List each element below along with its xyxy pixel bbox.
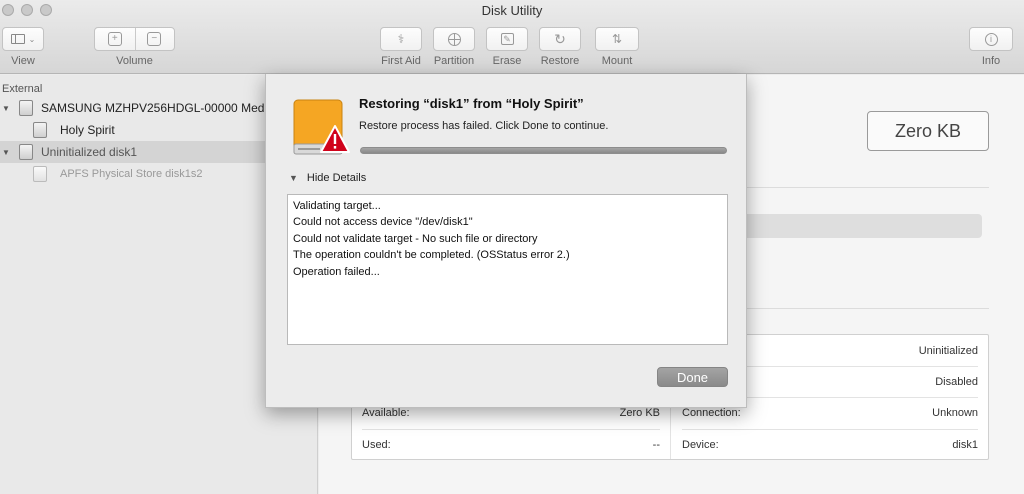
- first-aid-button[interactable]: ⚕: [380, 27, 422, 51]
- remove-volume-icon: −: [147, 32, 162, 46]
- drive-icon: [19, 100, 33, 116]
- info-icon: i: [984, 32, 998, 46]
- divider: [747, 187, 989, 188]
- log-line: Validating target...: [293, 200, 381, 212]
- view-label: View: [11, 55, 35, 67]
- add-volume-button[interactable]: +: [95, 28, 135, 50]
- info-value: Disabled: [935, 375, 978, 388]
- info-label: Info: [981, 55, 1001, 67]
- info-device: Device: disk1: [682, 429, 978, 460]
- log-line: Could not access device "/dev/disk1": [293, 216, 473, 229]
- drive-icon: [19, 144, 33, 160]
- volume-segmented-control: + −: [94, 27, 175, 51]
- partition-label: Partition: [433, 55, 475, 67]
- details-log[interactable]: Validating target... Could not access de…: [287, 194, 728, 345]
- mount-icon: ⇅: [611, 32, 623, 46]
- info-button[interactable]: i: [969, 27, 1013, 51]
- external-drive-alert-icon: [293, 99, 350, 155]
- divider: [747, 308, 989, 309]
- restore-sheet: Restoring “disk1” from “Holy Spirit” Res…: [265, 74, 747, 408]
- details-toggle-label: Hide Details: [306, 172, 367, 184]
- sidebar-item-label: Holy Spirit: [60, 123, 115, 137]
- volume-label: Volume: [116, 55, 153, 67]
- erase-button[interactable]: ✎: [486, 27, 528, 51]
- disclosure-triangle-icon[interactable]: ▼: [2, 148, 12, 157]
- info-used: Used: --: [362, 429, 660, 460]
- mount-label: Mount: [601, 55, 633, 67]
- info-label: Connection:: [682, 406, 741, 419]
- done-button[interactable]: Done: [657, 367, 728, 387]
- erase-label: Erase: [492, 55, 522, 67]
- dialog-title: Restoring “disk1” from “Holy Spirit”: [359, 96, 584, 111]
- restore-button[interactable]: ↻: [539, 27, 581, 51]
- volume-icon: [33, 166, 47, 182]
- info-value: Uninitialized: [918, 344, 978, 357]
- info-label: Device:: [682, 438, 719, 451]
- restore-icon: ↻: [554, 30, 566, 47]
- info-value: --: [652, 438, 660, 451]
- window-title: Disk Utility: [481, 3, 543, 18]
- remove-volume-button[interactable]: −: [135, 28, 175, 50]
- info-value: Zero KB: [619, 406, 660, 419]
- toolbar: Disk Utility ⌄ View + − Volume ⚕ First A…: [0, 0, 1024, 74]
- chevron-down-icon: ⌄: [28, 34, 36, 44]
- log-line: The operation couldn't be completed. (OS…: [293, 249, 570, 262]
- log-line: Could not validate target - No such file…: [293, 232, 538, 245]
- sidebar-item-label: SAMSUNG MZHPV256HDGL-00000 Med: [41, 101, 265, 115]
- disclosure-triangle-icon[interactable]: ▼: [2, 104, 12, 113]
- sidebar-icon: [10, 34, 25, 44]
- erase-icon: ✎: [500, 33, 514, 45]
- restore-progress-bar: [360, 147, 727, 154]
- mount-button[interactable]: ⇅: [595, 27, 639, 51]
- info-value: disk1: [952, 438, 978, 451]
- stethoscope-icon: ⚕: [397, 32, 405, 46]
- partition-button[interactable]: [433, 27, 475, 51]
- restore-label: Restore: [540, 55, 580, 67]
- add-volume-icon: +: [107, 32, 122, 46]
- hide-details-toggle[interactable]: ▼ Hide Details: [289, 172, 366, 184]
- info-label: Used:: [362, 438, 391, 451]
- partition-icon: [447, 32, 461, 46]
- info-label: Available:: [362, 406, 410, 419]
- sidebar-section-external: External: [2, 83, 43, 95]
- view-button[interactable]: ⌄: [2, 27, 44, 51]
- info-value: Unknown: [932, 406, 978, 419]
- first-aid-label: First Aid: [381, 55, 421, 67]
- log-line: Operation failed...: [293, 265, 380, 278]
- usage-bar: [739, 214, 982, 238]
- sidebar-item-label: APFS Physical Store disk1s2: [60, 168, 203, 180]
- disk-size-badge: Zero KB: [867, 111, 989, 151]
- volume-icon: [33, 122, 47, 138]
- disclosure-triangle-icon: ▼: [289, 173, 298, 183]
- dialog-message: Restore process has failed. Click Done t…: [359, 120, 609, 132]
- sidebar-item-label: Uninitialized disk1: [41, 145, 138, 159]
